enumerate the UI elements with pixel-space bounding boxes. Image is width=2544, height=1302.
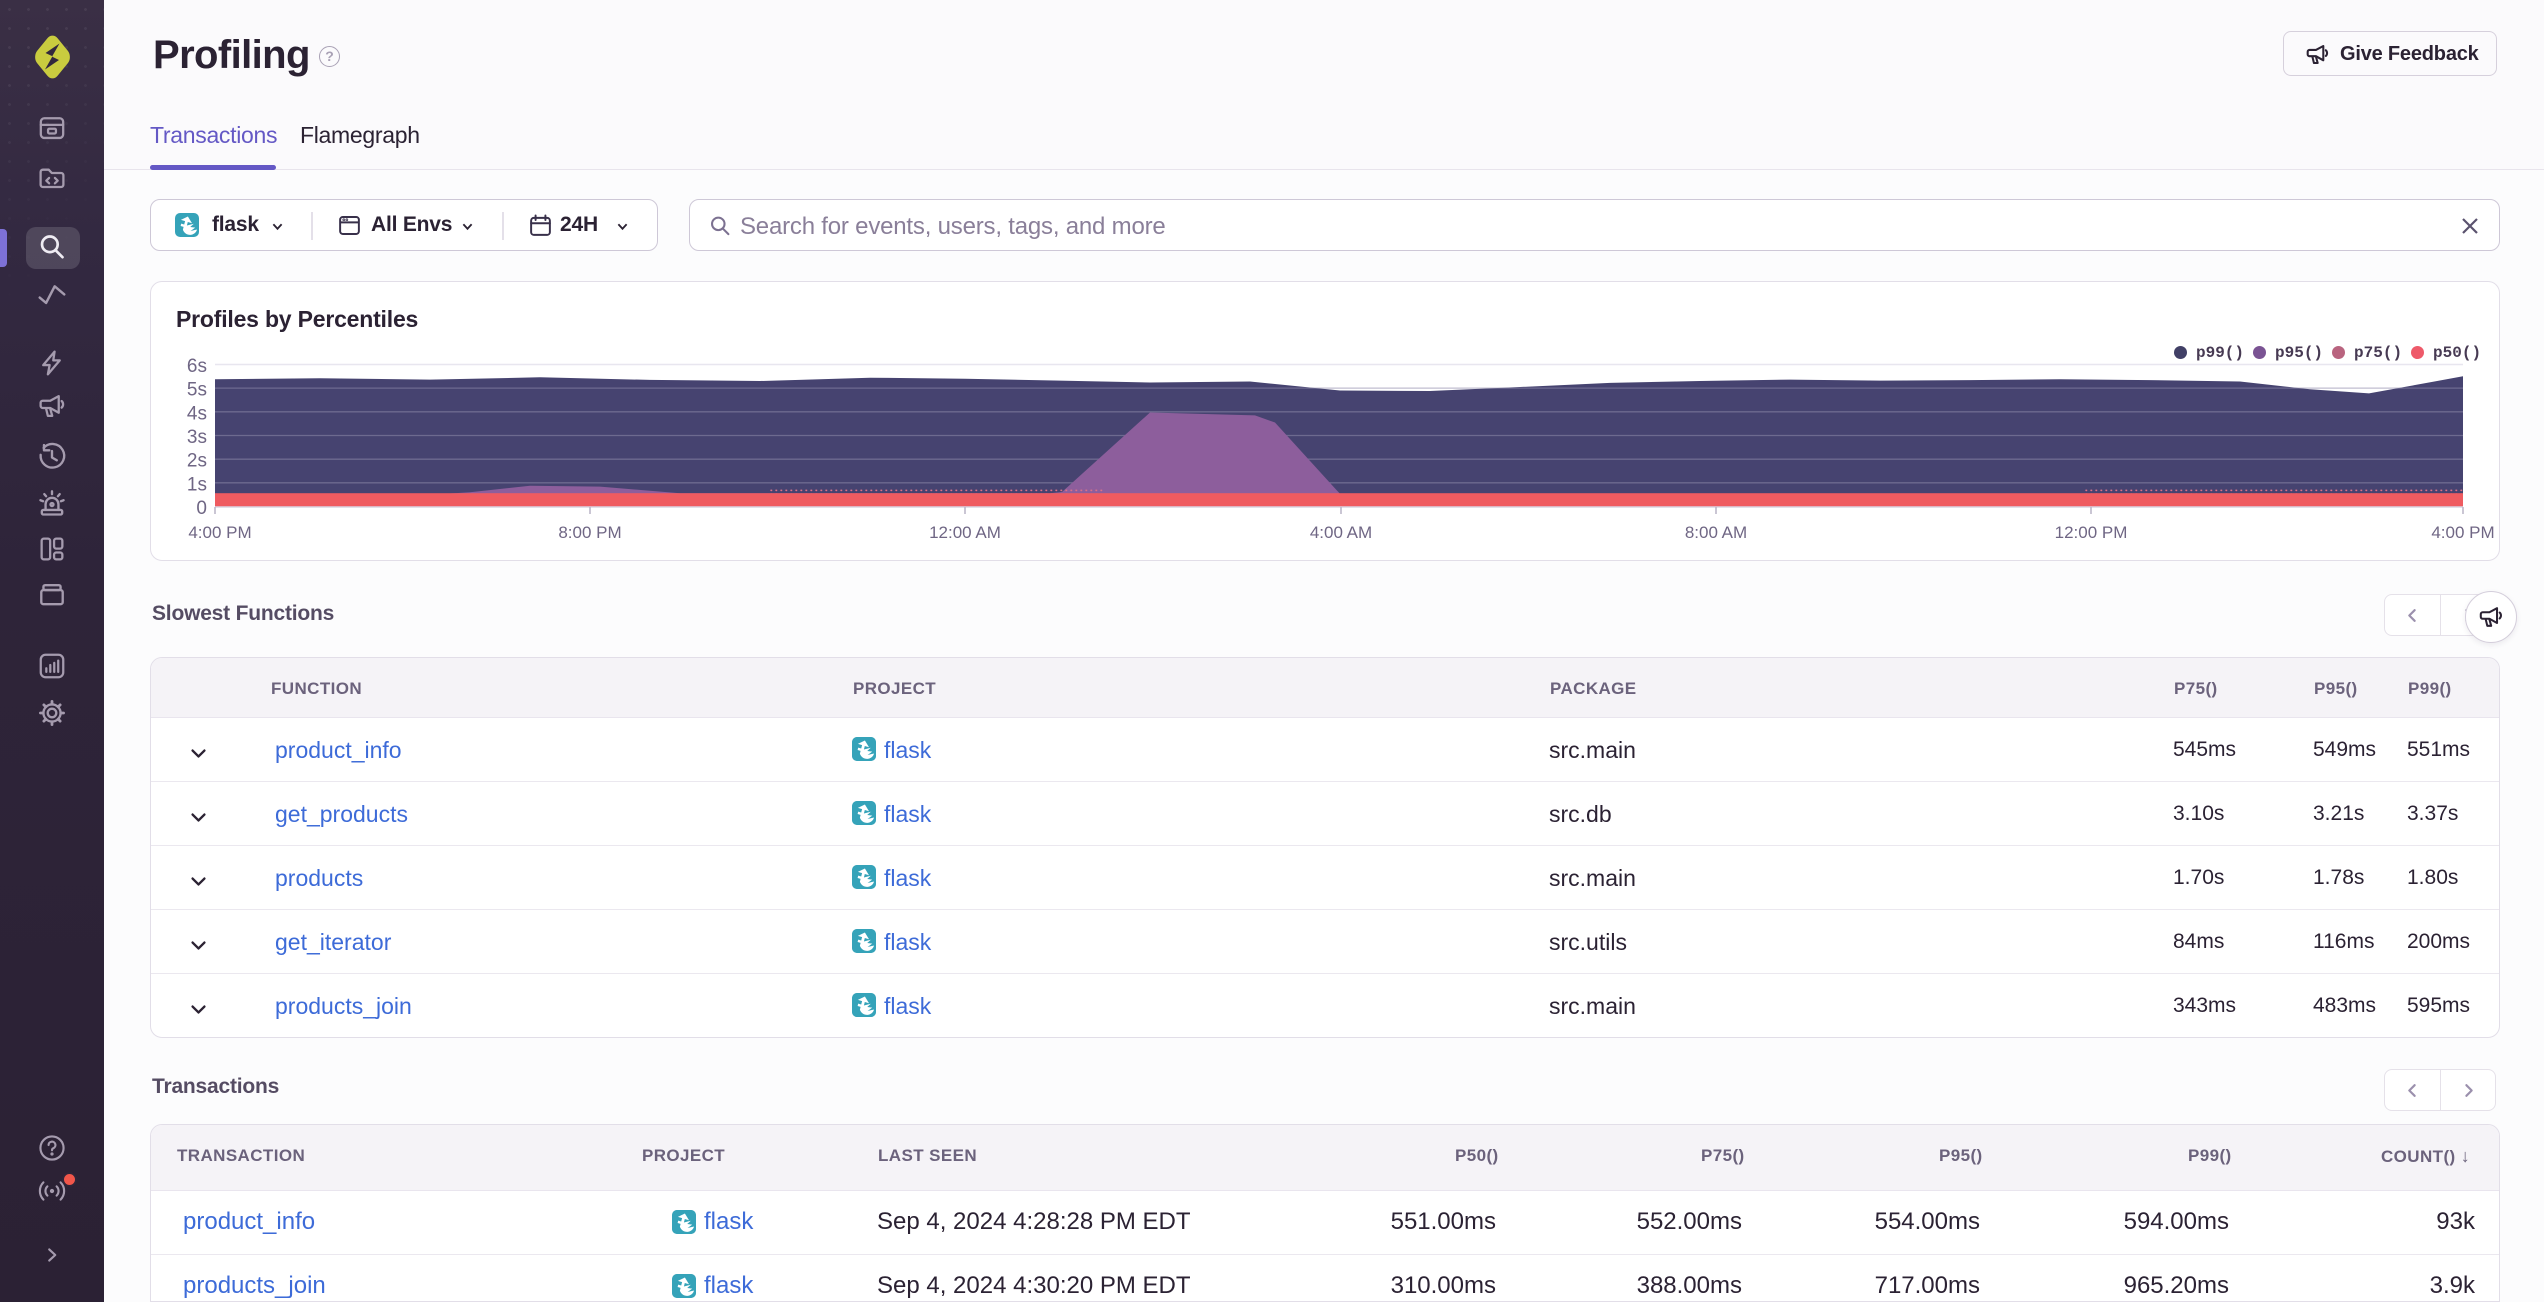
svg-text:4s: 4s: [187, 403, 207, 424]
svg-text:1s: 1s: [187, 474, 207, 495]
svg-text:0: 0: [196, 498, 207, 519]
svg-text:8:00 PM: 8:00 PM: [558, 523, 621, 542]
svg-text:4:00 PM: 4:00 PM: [188, 523, 251, 542]
svg-text:3s: 3s: [187, 427, 207, 448]
svg-text:5s: 5s: [187, 380, 207, 401]
svg-text:8:00 AM: 8:00 AM: [1685, 523, 1747, 542]
svg-text:4:00 AM: 4:00 AM: [1310, 523, 1372, 542]
svg-text:4:00 PM: 4:00 PM: [2431, 523, 2494, 542]
svg-text:6s: 6s: [187, 356, 207, 377]
svg-text:12:00 PM: 12:00 PM: [2055, 523, 2128, 542]
svg-text:2s: 2s: [187, 451, 207, 472]
svg-text:12:00 AM: 12:00 AM: [929, 523, 1001, 542]
